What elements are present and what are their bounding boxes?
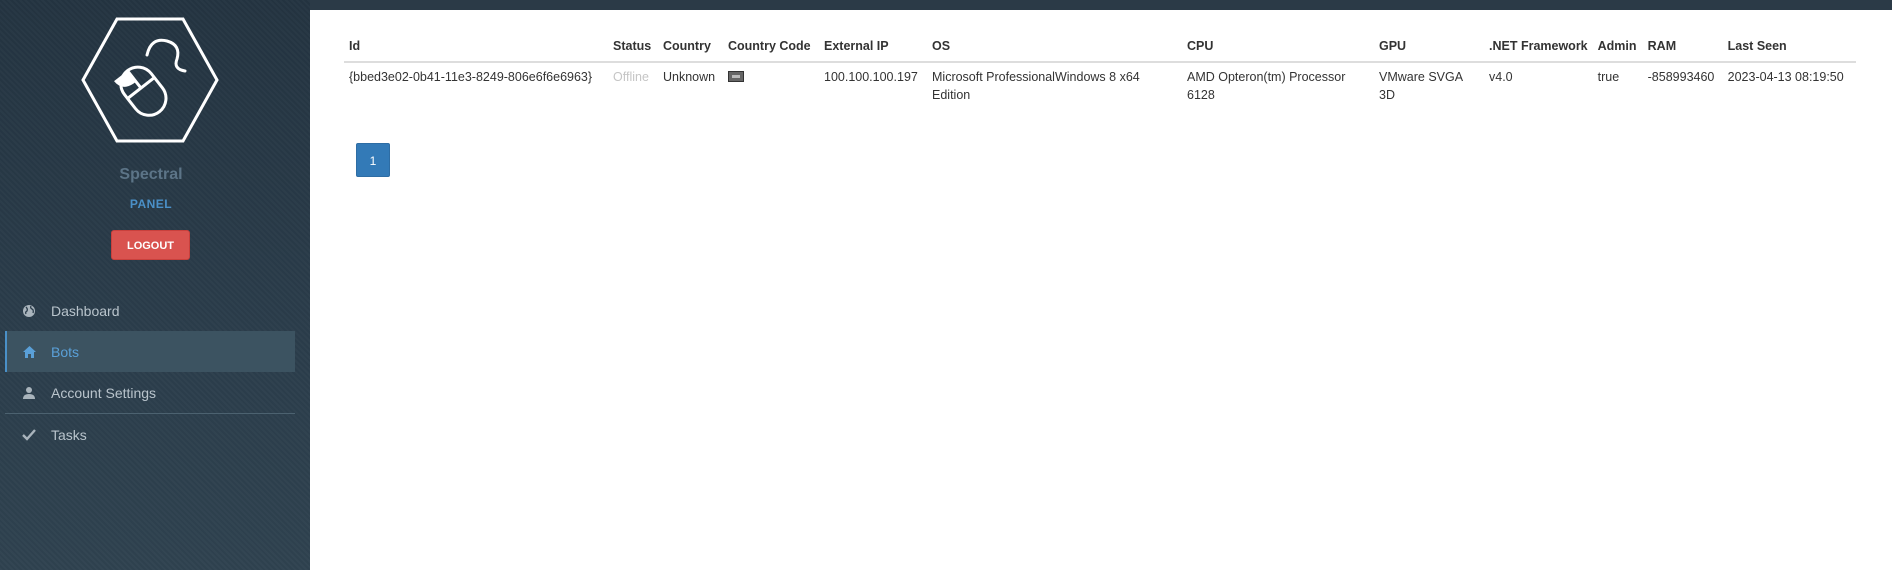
home-icon: [21, 344, 37, 360]
column-header: Admin: [1592, 29, 1643, 63]
sidebar-item-label: Dashboard: [51, 302, 120, 319]
column-header: Country Code: [723, 29, 819, 63]
cell-cpu: AMD Opteron(tm) Processor 6128: [1187, 70, 1346, 102]
table-row[interactable]: {bbed3e02-0b41-11e3-8249-806e6f6e6963} O…: [344, 62, 1856, 109]
cell-ram: -858993460: [1647, 70, 1715, 84]
sidebar-item-account-settings[interactable]: Account Settings: [5, 372, 295, 413]
sidebar-item-bots[interactable]: Bots: [5, 331, 295, 372]
brand-name: Spectral: [119, 166, 183, 183]
sidebar-item-dashboard[interactable]: Dashboard: [5, 290, 295, 331]
column-header: GPU: [1374, 29, 1484, 63]
cell-id: {bbed3e02-0b41-11e3-8249-806e6f6e6963}: [349, 70, 593, 84]
column-header: Country: [658, 29, 723, 63]
column-header: Status: [608, 29, 658, 63]
sidebar-item-label: Tasks: [51, 426, 87, 443]
sidebar-nav: Dashboard Bots Account Settings Tasks: [5, 290, 295, 455]
column-header: External IP: [819, 29, 927, 63]
main-content: Id Status Country Country Code External …: [310, 10, 1892, 570]
cell-external-ip: 100.100.100.197: [824, 70, 918, 84]
flag-icon: [728, 71, 744, 82]
column-header: Id: [344, 29, 608, 63]
bots-table: Id Status Country Country Code External …: [344, 29, 1856, 109]
user-icon: [21, 385, 37, 401]
sidebar: Spectral PANEL LOGOUT Dashboard Bots Acc…: [0, 0, 310, 570]
table-header-row: Id Status Country Country Code External …: [344, 29, 1856, 63]
mouse-hexagon-icon: [81, 17, 219, 143]
globe-icon: [21, 303, 37, 319]
sidebar-item-tasks[interactable]: Tasks: [5, 414, 295, 455]
column-header: CPU: [1182, 29, 1374, 63]
cell-status: Offline: [613, 70, 649, 84]
column-header: OS: [927, 29, 1182, 63]
sidebar-item-label: Bots: [51, 343, 80, 360]
cell-admin: true: [1597, 70, 1620, 84]
brand-subtitle: PANEL: [129, 197, 173, 211]
column-header: Last Seen: [1722, 29, 1856, 63]
sidebar-item-label: Account Settings: [51, 384, 157, 401]
column-header: RAM: [1642, 29, 1723, 63]
cell-net-framework: v4.0: [1489, 70, 1513, 84]
cell-last-seen: 2023-04-13 08:19:50: [1727, 70, 1844, 84]
logout-button[interactable]: LOGOUT: [111, 230, 190, 260]
cell-os: Microsoft ProfessionalWindows 8 x64 Edit…: [932, 70, 1140, 102]
cell-country: Unknown: [663, 70, 716, 84]
column-header: .NET Framework: [1484, 29, 1593, 63]
cell-gpu: VMware SVGA 3D: [1379, 70, 1463, 102]
check-icon: [21, 427, 37, 443]
cell-country-code: [723, 62, 819, 109]
pagination-page-button[interactable]: 1: [356, 143, 390, 177]
